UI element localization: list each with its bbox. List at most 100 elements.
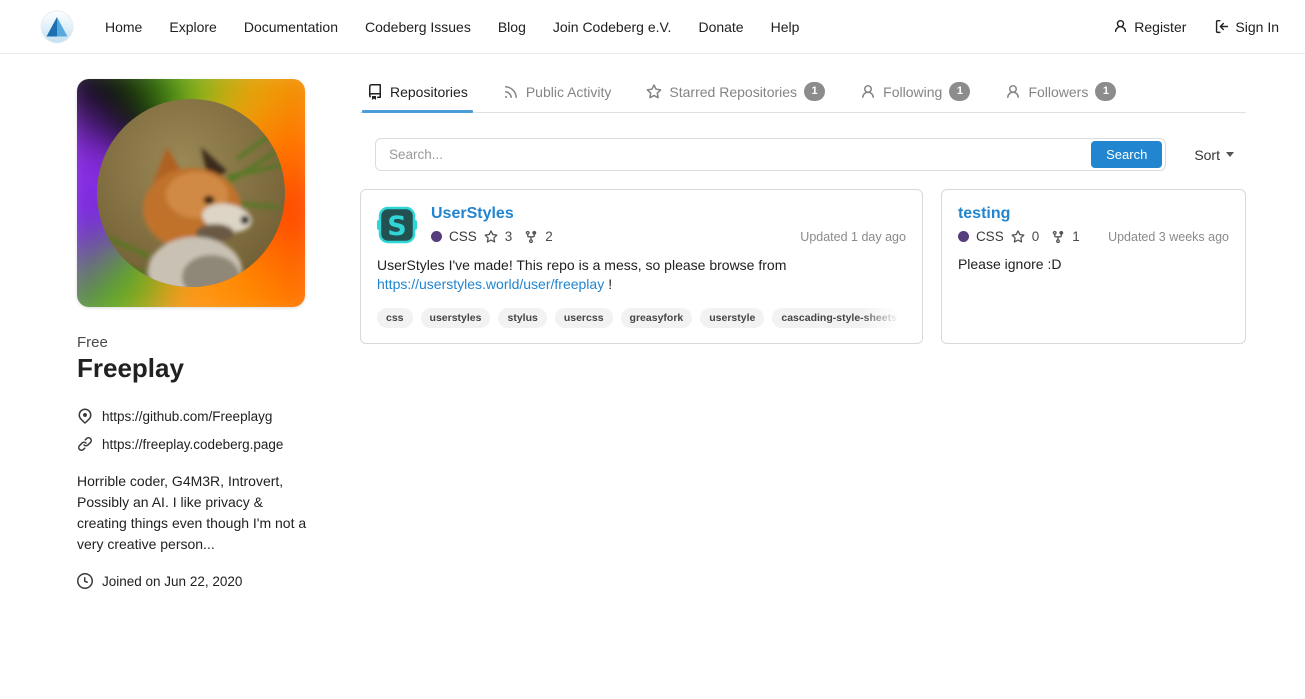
link-icon: [77, 436, 93, 452]
codeberg-logo[interactable]: [40, 10, 74, 44]
repo-card-header: S UserStyles CSS 3: [377, 205, 906, 245]
repo-title-link[interactable]: testing: [958, 205, 1010, 223]
repo-card-testing: testing CSS 0 1 Update: [941, 189, 1246, 344]
topic-tag[interactable]: stylus: [498, 308, 546, 328]
tab-label: Followers: [1028, 84, 1088, 100]
repo-meta: CSS 3 2 Updated 1 day ago: [431, 229, 906, 244]
chevron-down-icon: [1226, 152, 1234, 157]
repo-description-text: Please ignore :D: [958, 256, 1062, 272]
profile-website-link[interactable]: https://freeplay.codeberg.page: [77, 436, 307, 452]
tab-label: Starred Repositories: [669, 84, 797, 100]
language-color-dot: [958, 231, 969, 242]
search-button[interactable]: Search: [1091, 141, 1162, 168]
repo-topics: css userstyles stylus usercss greasyfork…: [377, 308, 906, 328]
fork-icon: [1051, 230, 1065, 244]
fork-count: 2: [545, 229, 553, 244]
nav-item-help[interactable]: Help: [771, 19, 800, 35]
nav-item-blog[interactable]: Blog: [498, 19, 526, 35]
tab-repositories[interactable]: Repositories: [365, 79, 470, 112]
clock-icon: [77, 573, 93, 589]
repo-icon: [367, 84, 383, 100]
sign-in-link[interactable]: Sign In: [1214, 19, 1279, 35]
page-content: Free Freeplay https://github.com/Freepla…: [0, 54, 1305, 589]
navbar-right: Register Sign In: [1113, 19, 1279, 35]
main-navigation: Home Explore Documentation Codeberg Issu…: [105, 19, 799, 35]
repository-list: S UserStyles CSS 3: [360, 189, 1246, 344]
topic-tag[interactable]: userstyle: [700, 308, 764, 328]
profile-location-link[interactable]: https://github.com/Freeplayg: [77, 408, 307, 424]
user-avatar: [77, 79, 305, 307]
updated-timestamp: Updated 3 weeks ago: [1108, 230, 1229, 244]
fork-count: 1: [1072, 229, 1080, 244]
star-count: 3: [505, 229, 513, 244]
search-field-wrap: Search: [375, 138, 1166, 171]
stylus-logo-icon[interactable]: S: [377, 205, 417, 245]
svg-text:S: S: [387, 211, 406, 242]
tab-public-activity[interactable]: Public Activity: [501, 79, 614, 112]
repo-card-userstyles: S UserStyles CSS 3: [360, 189, 923, 344]
repo-description-text: UserStyles I've made! This repo is a mes…: [377, 257, 786, 273]
topic-tag[interactable]: cascading-style-sheets: [772, 308, 906, 328]
tab-following[interactable]: Following 1: [858, 79, 972, 112]
sort-label: Sort: [1194, 147, 1220, 163]
repo-search-row: Search Sort: [360, 138, 1246, 171]
tab-starred-repositories[interactable]: Starred Repositories 1: [644, 79, 827, 112]
profile-links: https://github.com/Freeplayg https://fre…: [77, 408, 307, 452]
profile-joined-text: Joined on Jun 22, 2020: [102, 574, 242, 589]
profile-bio: Horrible coder, G4M3R, Introvert, Possib…: [77, 471, 307, 555]
sign-in-icon: [1214, 19, 1229, 34]
tab-label: Public Activity: [526, 84, 612, 100]
tab-count-badge: 1: [804, 82, 825, 101]
navbar: Home Explore Documentation Codeberg Issu…: [0, 0, 1305, 54]
fork-icon: [524, 230, 538, 244]
language-color-dot: [431, 231, 442, 242]
repo-description: UserStyles I've made! This repo is a mes…: [377, 256, 906, 295]
search-input[interactable]: [376, 147, 1091, 162]
tab-label: Following: [883, 84, 942, 100]
rss-icon: [503, 84, 519, 100]
nav-item-documentation[interactable]: Documentation: [244, 19, 338, 35]
nav-item-join-codeberg[interactable]: Join Codeberg e.V.: [553, 19, 672, 35]
repo-title-link[interactable]: UserStyles: [431, 205, 514, 223]
repo-card-heading: UserStyles CSS 3 2 Upd: [431, 205, 906, 245]
profile-main: Repositories Public Activity Starred Rep…: [360, 79, 1246, 589]
codeberg-mountain-icon: [40, 10, 74, 44]
repo-description: Please ignore :D: [958, 255, 1229, 274]
register-link[interactable]: Register: [1113, 19, 1186, 35]
sort-dropdown[interactable]: Sort: [1194, 147, 1234, 163]
language-label: CSS: [449, 229, 477, 244]
person-icon: [1113, 19, 1128, 34]
language-label: CSS: [976, 229, 1004, 244]
repo-description-suffix: !: [608, 276, 612, 292]
topic-tag[interactable]: userstyles: [421, 308, 491, 328]
person-icon: [860, 84, 876, 100]
tab-label: Repositories: [390, 84, 468, 100]
profile-joined: Joined on Jun 22, 2020: [77, 573, 307, 589]
profile-full-name: Free: [77, 334, 307, 351]
topic-tag[interactable]: usercss: [555, 308, 613, 328]
nav-item-home[interactable]: Home: [105, 19, 142, 35]
nav-item-codeberg-issues[interactable]: Codeberg Issues: [365, 19, 471, 35]
nav-item-explore[interactable]: Explore: [169, 19, 216, 35]
topic-tag[interactable]: greasyfork: [621, 308, 693, 328]
profile-location-text: https://github.com/Freeplayg: [102, 409, 272, 424]
location-pin-icon: [77, 408, 93, 424]
person-icon: [1005, 84, 1021, 100]
nav-item-donate[interactable]: Donate: [698, 19, 743, 35]
star-count: 0: [1032, 229, 1040, 244]
star-icon: [484, 230, 498, 244]
fox-photo: [97, 99, 285, 287]
profile-website-text: https://freeplay.codeberg.page: [102, 437, 283, 452]
tab-count-badge: 1: [1095, 82, 1116, 101]
repo-card-heading: testing CSS 0 1 Update: [958, 205, 1229, 244]
profile-username: Freeplay: [77, 353, 307, 384]
profile-tabs: Repositories Public Activity Starred Rep…: [360, 79, 1246, 113]
repo-description-link[interactable]: https://userstyles.world/user/freeplay: [377, 276, 604, 292]
topic-tag[interactable]: css: [377, 308, 413, 328]
repo-card-header: testing CSS 0 1 Update: [958, 205, 1229, 244]
repo-meta: CSS 0 1 Updated 3 weeks ago: [958, 229, 1229, 244]
profile-sidebar: Free Freeplay https://github.com/Freepla…: [77, 79, 307, 589]
tab-followers[interactable]: Followers 1: [1003, 79, 1118, 112]
star-icon: [1011, 230, 1025, 244]
register-label: Register: [1134, 19, 1186, 35]
